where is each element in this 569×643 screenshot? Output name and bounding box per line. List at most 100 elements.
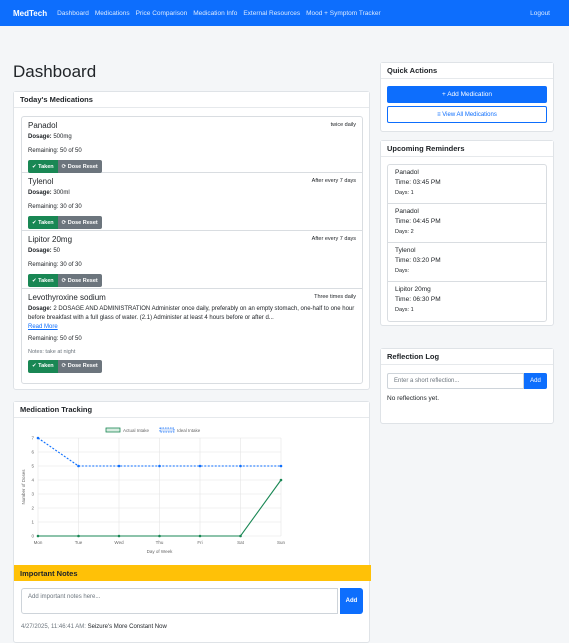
taken-button[interactable]: ✔ Taken [28, 160, 58, 173]
medication-tracking-card: Medication Tracking 0 1 2 3 4 5 6 7 Mon Tue Wed Thu… [13, 401, 371, 643]
page-title: Dashboard [13, 62, 97, 81]
nav-link-medication-info[interactable]: Medication Info [193, 10, 237, 17]
data-point [198, 534, 202, 538]
x-tick-label: Fri [197, 540, 202, 545]
x-tick-label: Sun [277, 540, 286, 545]
view-all-medications-button[interactable]: ≡ View All Medications [387, 106, 547, 123]
medication-remaining: Remaining: 50 of 50 [28, 147, 82, 154]
x-tick-label: Thu [156, 540, 164, 545]
x-tick-label: Mon [34, 540, 43, 545]
medication-item: Panadol twice daily Dosage: 500mg Remain… [22, 117, 362, 173]
data-point [77, 534, 80, 538]
note-text: Seizure's More Constant Now [87, 624, 167, 630]
y-tick-label: 0 [31, 534, 34, 539]
legend-label: Ideal Intake [177, 428, 201, 433]
data-point [77, 464, 80, 468]
x-tick-label: Tue [75, 540, 83, 545]
quick-actions-header: Quick Actions [381, 63, 553, 79]
nav-link-external-resources[interactable]: External Resources [243, 10, 300, 17]
reminder-time: Time: 06:30 PM [395, 296, 441, 303]
important-notes-input[interactable]: Add important notes here... [21, 588, 338, 614]
medication-dosage: Dosage: 50 [28, 248, 61, 254]
logout-link[interactable]: Logout [530, 10, 550, 17]
data-point [117, 464, 121, 468]
medication-tracking-header: Medication Tracking [14, 402, 369, 418]
data-point [36, 534, 40, 538]
data-point [36, 436, 40, 440]
nav-link-medications[interactable]: Medications [95, 10, 130, 17]
medication-frequency: twice daily [330, 122, 356, 128]
y-tick-label: 5 [31, 464, 34, 469]
reminder-item: Panadol Time: 03:45 PM Days: 1 [388, 165, 546, 204]
reminder-days: Days: [395, 268, 410, 274]
medication-remaining: Remaining: 30 of 30 [28, 261, 82, 268]
medication-name: Panadol [28, 121, 58, 130]
medication-frequency: After every 7 days [311, 178, 356, 184]
reflection-log-card: Reflection Log Enter a short reflection.… [380, 348, 554, 424]
reflection-input[interactable]: Enter a short reflection... [387, 373, 524, 389]
reminder-item: Lipitor 20mg Time: 06:30 PM Days: 1 [388, 282, 546, 321]
upcoming-reminders-header: Upcoming Reminders [381, 141, 553, 157]
quick-actions-card: Quick Actions + Add Medication ≡ View Al… [380, 62, 554, 132]
add-reflection-button[interactable]: Add [524, 373, 547, 389]
nav-link-price-comparison[interactable]: Price Comparison [136, 10, 188, 17]
reminder-name: Panadol [395, 169, 419, 176]
note-timestamp: 4/27/2025, 11:46:41 AM: [21, 624, 86, 630]
medication-remaining: Remaining: 30 of 30 [28, 203, 82, 210]
nav-link-mood-tracker[interactable]: Mood + Symptom Tracker [306, 10, 381, 17]
dose-reset-button[interactable]: ⟳ Dose Reset [57, 359, 102, 373]
data-point [279, 478, 283, 482]
dose-reset-button[interactable]: ⟳ Dose Reset [57, 216, 102, 229]
taken-button[interactable]: ✔ Taken [28, 216, 58, 229]
reminder-name: Tylenol [395, 247, 416, 254]
data-point [117, 534, 121, 538]
add-note-button[interactable]: Add [340, 588, 363, 614]
y-tick-label: 3 [31, 492, 34, 497]
x-axis-title: Day of Week [147, 549, 173, 554]
medication-item: Lipitor 20mg After every 7 days Dosage: … [22, 231, 362, 289]
reminder-item: Tylenol Time: 03:20 PM Days: [388, 243, 546, 282]
add-medication-button[interactable]: + Add Medication [387, 86, 547, 103]
medication-frequency: Three times daily [314, 294, 356, 300]
taken-button[interactable]: ✔ Taken [28, 274, 58, 287]
data-point [158, 534, 161, 538]
reminder-days: Days: 1 [395, 307, 414, 313]
medication-tracking-chart: 0 1 2 3 4 5 6 7 Mon Tue Wed Thu Fri Sat Sun Day of Week… [21, 427, 286, 554]
medication-dosage: Dosage: 2 DOSAGE AND ADMINISTRATION Admi… [28, 306, 355, 321]
medication-dosage: Dosage: 500mg [28, 134, 72, 140]
reminder-days: Days: 1 [395, 190, 414, 196]
medication-frequency: After every 7 days [311, 236, 356, 242]
x-tick-label: Wed [114, 540, 124, 545]
taken-button[interactable]: ✔ Taken [28, 359, 58, 373]
todays-medications-header: Today's Medications [14, 92, 369, 108]
important-notes-header: Important Notes [14, 565, 371, 581]
y-tick-label: 1 [31, 520, 34, 525]
upcoming-reminders-card: Upcoming Reminders Panadol Time: 03:45 P… [380, 140, 554, 326]
brand-logo[interactable]: MedTech [13, 9, 47, 18]
y-tick-label: 7 [31, 436, 34, 441]
data-point [239, 534, 242, 538]
reminder-list: Panadol Time: 03:45 PM Days: 1 Panadol T… [387, 164, 547, 322]
reminder-days: Days: 2 [395, 229, 414, 235]
todays-medications-card: Today's Medications Panadol twice daily … [13, 91, 370, 390]
medication-dosage: Dosage: 300ml [28, 190, 70, 196]
read-more-link[interactable]: Read More [28, 324, 356, 330]
top-navbar: MedTech Dashboard Medications Price Comp… [0, 0, 569, 26]
medication-item: Levothyroxine sodium Three times daily D… [22, 289, 362, 383]
y-tick-label: 6 [31, 450, 34, 455]
reminder-name: Panadol [395, 208, 419, 215]
nav-link-dashboard[interactable]: Dashboard [57, 10, 89, 17]
y-tick-label: 2 [31, 506, 34, 511]
dose-reset-button[interactable]: ⟳ Dose Reset [57, 274, 102, 287]
reminder-item: Panadol Time: 04:45 PM Days: 2 [388, 204, 546, 243]
y-axis-title: Number of Doses [21, 469, 26, 505]
y-tick-label: 4 [31, 478, 34, 483]
medication-name: Lipitor 20mg [28, 235, 73, 244]
data-point [279, 464, 283, 468]
dose-reset-button[interactable]: ⟳ Dose Reset [57, 160, 102, 173]
reminder-time: Time: 03:20 PM [395, 257, 441, 264]
medication-name: Levothyroxine sodium [28, 293, 106, 302]
medication-name: Tylenol [28, 177, 54, 186]
legend-label: Actual Intake [123, 428, 150, 433]
x-tick-label: Sat [237, 540, 245, 545]
